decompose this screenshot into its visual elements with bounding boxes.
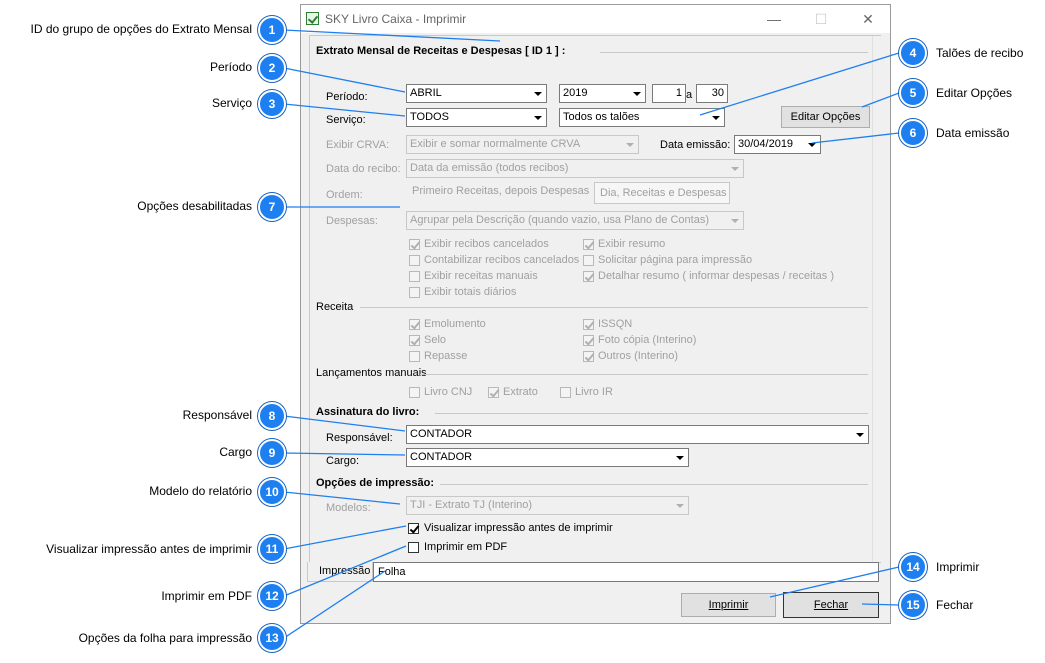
callout-label-2: Período [209, 60, 252, 74]
callout-badge-7: 7 [258, 193, 286, 221]
callout-badge-3: 3 [258, 90, 286, 118]
callout-label-4: Talões de recibo [936, 46, 1024, 60]
callout-line-10 [283, 491, 401, 505]
callout-label-1: ID do grupo de opções do Extrato Mensal [30, 22, 252, 36]
callout-label-15: Fechar [936, 598, 974, 612]
callout-label-10: Modelo do relatório [149, 484, 252, 498]
callout-badge-9: 9 [258, 439, 286, 467]
callout-badge-2: 2 [258, 54, 286, 82]
callout-label-13: Opções da folha para impressão [78, 631, 252, 645]
callout-badge-13: 13 [258, 624, 286, 652]
callout-line-8 [283, 415, 406, 432]
callout-badge-12: 12 [258, 582, 286, 610]
callout-line-4 [699, 52, 900, 116]
callout-label-7: Opções desabilitadas [137, 199, 252, 213]
callout-badge-10: 10 [258, 478, 286, 506]
callout-badge-1: 1 [258, 16, 286, 44]
callout-badge-4: 4 [899, 39, 927, 67]
callout-line-6 [811, 132, 900, 144]
callout-label-6: Data emissão [936, 126, 1010, 140]
callout-label-3: Serviço [211, 96, 252, 110]
callout-line-1 [283, 29, 501, 42]
callout-line-9 [283, 452, 406, 456]
callout-line-3 [283, 103, 406, 117]
callout-line-15 [861, 603, 900, 606]
callout-label-12: Imprimir em PDF [161, 589, 252, 603]
callout-badge-6: 6 [899, 119, 927, 147]
callout-line-13 [283, 570, 386, 639]
callout-badge-15: 15 [899, 591, 927, 619]
callout-label-14: Imprimir [936, 560, 980, 574]
callout-badge-8: 8 [258, 402, 286, 430]
callout-badge-5: 5 [899, 79, 927, 107]
callout-badge-14: 14 [899, 553, 927, 581]
callout-label-9: Cargo [219, 445, 252, 459]
callout-label-11: Visualizar impressão antes de imprimir [46, 542, 252, 556]
callout-label-8: Responsável [182, 408, 252, 422]
callout-lines [283, 29, 900, 639]
callout-line-14 [769, 566, 900, 598]
callout-line-11 [283, 525, 407, 550]
callout-label-5: Editar Opções [936, 86, 1013, 100]
callout-line-2 [283, 67, 406, 93]
callout-line-12 [283, 545, 407, 597]
callout-badge-11: 11 [258, 535, 286, 563]
callout-line-5 [861, 92, 900, 108]
